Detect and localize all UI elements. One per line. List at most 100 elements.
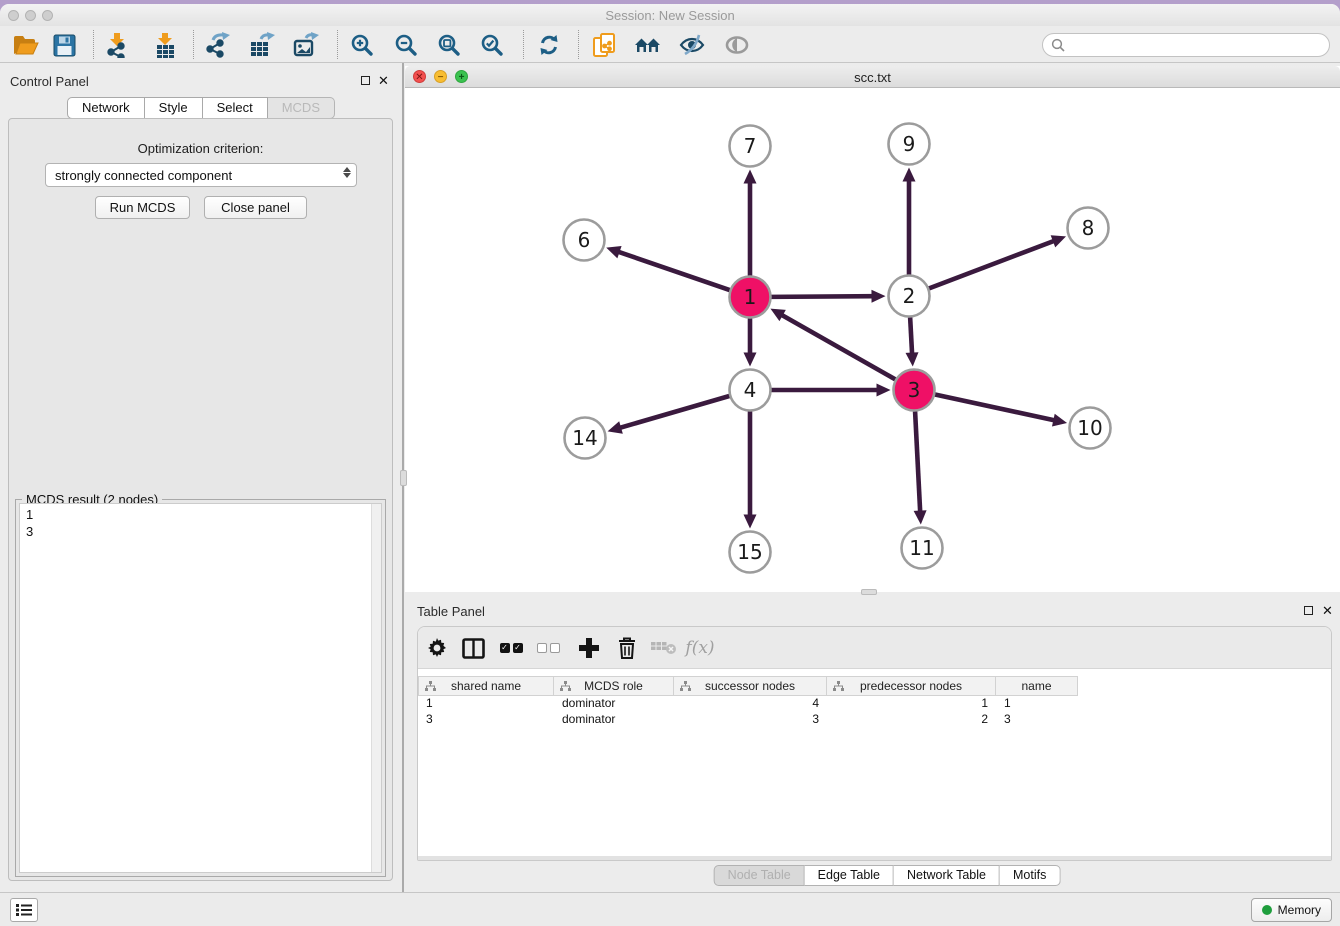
network-canvas[interactable]: 1234678910111415 <box>405 88 1340 592</box>
bottom-splitter-grip[interactable] <box>861 589 877 595</box>
mcds-result-scrollbar[interactable] <box>371 504 381 872</box>
column-header-successor-nodes[interactable]: successor nodes <box>674 676 827 696</box>
optimization-criterion-label: Optimization criterion: <box>9 141 392 156</box>
table-panel: Table Panel ✕ ✓✓ <box>405 597 1340 886</box>
table-hscrollbar[interactable] <box>418 856 1331 860</box>
export-network-icon[interactable] <box>200 29 236 61</box>
edge-4-14[interactable] <box>619 396 729 428</box>
memory-button-label: Memory <box>1278 903 1321 917</box>
open-file-icon[interactable] <box>8 29 44 61</box>
table-cell[interactable]: 1 <box>827 696 996 712</box>
tab-motifs[interactable]: Motifs <box>1000 865 1060 886</box>
edge-arrowhead <box>914 510 927 524</box>
control-panel-title: Control Panel <box>10 74 89 89</box>
task-history-button[interactable] <box>10 898 38 922</box>
list-icon <box>16 903 32 917</box>
import-table-icon[interactable] <box>147 29 183 61</box>
search-input[interactable] <box>1065 38 1329 52</box>
table-body: 1dominator4113dominator323 <box>418 696 1331 728</box>
add-column-icon[interactable] <box>573 633 605 663</box>
save-session-icon[interactable] <box>46 29 82 61</box>
mcds-result-line: 3 <box>26 523 369 540</box>
graph-node-label: 14 <box>572 426 597 450</box>
clone-network-icon[interactable] <box>587 29 623 61</box>
tab-network[interactable]: Network <box>67 97 145 119</box>
tab-style[interactable]: Style <box>145 97 203 119</box>
select-all-icon[interactable]: ✓✓ <box>495 633 527 663</box>
table-cell[interactable]: 3 <box>418 712 554 728</box>
edge-arrowhead <box>744 170 757 184</box>
table-cell[interactable]: 4 <box>674 696 827 712</box>
control-panel-tabs: NetworkStyleSelectMCDS <box>0 97 402 119</box>
tab-edge-table[interactable]: Edge Table <box>805 865 894 886</box>
edge-arrowhead <box>744 353 757 367</box>
graph-node-label: 6 <box>578 228 591 252</box>
run-mcds-button[interactable]: Run MCDS <box>95 196 190 219</box>
zoom-selected-icon[interactable] <box>474 29 510 61</box>
delete-table-icon[interactable] <box>648 633 680 663</box>
control-panel-close-icon[interactable]: ✕ <box>378 76 389 85</box>
edge-3-1[interactable] <box>781 315 895 380</box>
tab-network-table[interactable]: Network Table <box>894 865 1000 886</box>
table-cell[interactable]: dominator <box>554 712 674 728</box>
table-cell[interactable]: 3 <box>674 712 827 728</box>
table-panel-title: Table Panel <box>417 604 485 619</box>
tab-node-table[interactable]: Node Table <box>714 865 805 886</box>
edge-arrowhead <box>744 515 757 529</box>
control-panel-float-icon[interactable] <box>361 76 370 85</box>
memory-button[interactable]: Memory <box>1251 898 1332 922</box>
column-header-predecessor-nodes[interactable]: predecessor nodes <box>827 676 996 696</box>
edge-arrowhead <box>1052 414 1067 427</box>
edge-arrowhead <box>877 384 891 397</box>
hide-details-icon[interactable] <box>674 29 710 61</box>
graph-node-label: 2 <box>903 284 916 308</box>
delete-icon[interactable] <box>611 633 643 663</box>
edge-1-6[interactable] <box>618 252 730 290</box>
network-view-window: ✕ − + scc.txt 1234678910111415 <box>405 66 1340 592</box>
gear-icon[interactable] <box>421 633 453 663</box>
network-window-titlebar[interactable]: ✕ − + scc.txt <box>405 66 1340 88</box>
table-panel-close-icon[interactable]: ✕ <box>1322 606 1333 615</box>
split-view-icon[interactable] <box>457 633 489 663</box>
zoom-fit-icon[interactable] <box>431 29 467 61</box>
table-cell[interactable]: dominator <box>554 696 674 712</box>
table-cell[interactable]: 1 <box>996 696 1078 712</box>
table-cell[interactable]: 1 <box>418 696 554 712</box>
table-panel-float-icon[interactable] <box>1304 606 1313 615</box>
status-bar: Memory <box>0 892 1340 926</box>
export-table-icon[interactable] <box>244 29 280 61</box>
criterion-select[interactable]: strongly connected component <box>45 163 357 187</box>
search-icon <box>1051 38 1065 52</box>
column-header-mcds-role[interactable]: MCDS role <box>554 676 674 696</box>
home-icon[interactable] <box>630 29 666 61</box>
mcds-result-textarea[interactable]: 13 <box>19 503 382 873</box>
edge-3-10[interactable] <box>935 395 1055 421</box>
column-header-shared-name[interactable]: shared name <box>418 676 554 696</box>
edge-arrowhead <box>871 290 885 303</box>
column-header-name[interactable]: name <box>996 676 1078 696</box>
edge-2-3[interactable] <box>910 317 912 354</box>
export-image-icon[interactable] <box>288 29 324 61</box>
graph-node-label: 1 <box>744 285 757 309</box>
network-graph: 1234678910111415 <box>405 88 1340 592</box>
zoom-out-icon[interactable] <box>388 29 424 61</box>
tab-select[interactable]: Select <box>203 97 268 119</box>
import-network-icon[interactable] <box>100 29 136 61</box>
table-row[interactable]: 3dominator323 <box>418 712 1331 728</box>
zoom-in-icon[interactable] <box>344 29 380 61</box>
table-row[interactable]: 1dominator411 <box>418 696 1331 712</box>
edge-3-11[interactable] <box>915 411 920 512</box>
search-field[interactable] <box>1042 33 1330 57</box>
edge-2-8[interactable] <box>929 241 1055 289</box>
refresh-icon[interactable] <box>531 29 567 61</box>
function-builder-icon[interactable]: f(x) <box>684 633 716 663</box>
tab-mcds[interactable]: MCDS <box>268 97 335 119</box>
edge-1-2[interactable] <box>771 296 873 297</box>
left-splitter-grip[interactable] <box>400 470 407 486</box>
table-cell[interactable]: 2 <box>827 712 996 728</box>
eye-disabled-icon[interactable] <box>719 29 755 61</box>
table-cell[interactable]: 3 <box>996 712 1078 728</box>
node-table-container: ✓✓ f(x) shared nameMCDS rolesucces <box>417 626 1332 861</box>
close-panel-button[interactable]: Close panel <box>204 196 307 219</box>
deselect-all-icon[interactable] <box>532 633 564 663</box>
